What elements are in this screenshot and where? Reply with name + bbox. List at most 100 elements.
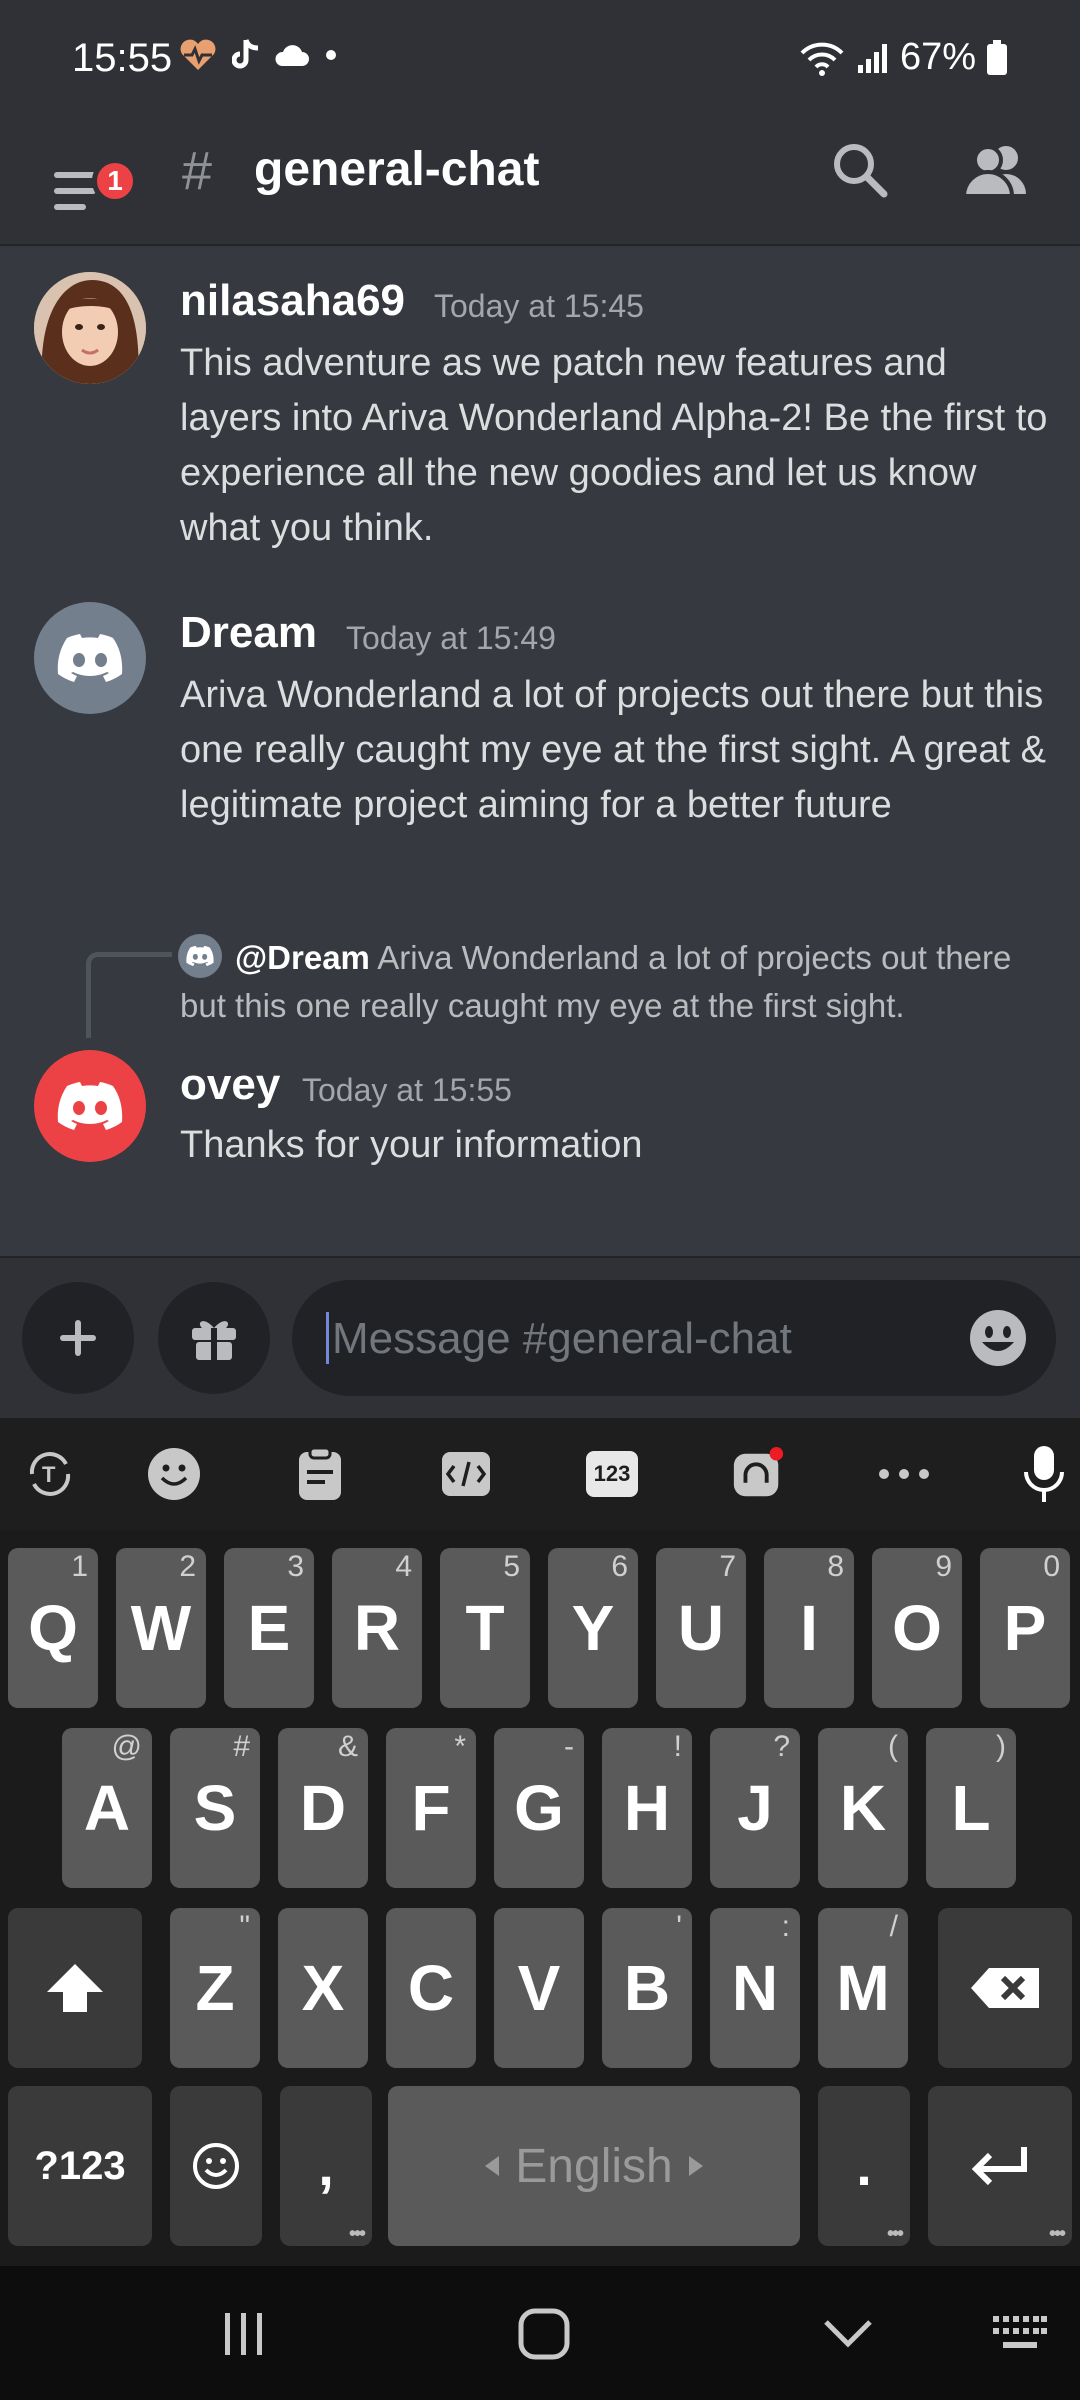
key-label: M [836, 1952, 890, 2024]
key-t[interactable]: T5 [440, 1548, 530, 1708]
message-composer: Message #general-chat [0, 1256, 1080, 1418]
message-input[interactable]: Message #general-chat [292, 1280, 1056, 1396]
key-hint: ! [673, 1730, 682, 1763]
members-button[interactable] [958, 136, 1034, 206]
space-key[interactable]: English [388, 2086, 800, 2246]
key-b[interactable]: B ' [602, 1908, 692, 2068]
message-content: This adventure as we patch new features … [180, 342, 1048, 549]
recent-apps-icon [225, 2313, 262, 2355]
key-q[interactable]: Q1 [8, 1548, 98, 1708]
key-w[interactable]: W2 [116, 1548, 206, 1708]
message-timestamp: Today at 15:45 [434, 288, 644, 324]
smiley-icon [193, 2143, 239, 2189]
key-hint: / [889, 1910, 898, 1943]
reply-preview[interactable]: @Dream Ariva Wonderland a lot of project… [180, 934, 1050, 1030]
key-f[interactable]: F * [386, 1728, 476, 1888]
attach-button[interactable] [22, 1282, 134, 1394]
search-button[interactable] [826, 136, 896, 206]
channel-title[interactable]: general-chat [254, 142, 539, 197]
key-hint: 2 [179, 1550, 196, 1583]
key-u[interactable]: U7 [656, 1548, 746, 1708]
key-y[interactable]: Y6 [548, 1548, 638, 1708]
reply-avatar [178, 934, 222, 978]
key-l[interactable]: L) [926, 1728, 1016, 1888]
key-o[interactable]: O9 [872, 1548, 962, 1708]
key-s[interactable]: S # [170, 1728, 260, 1888]
recent-apps-button[interactable] [214, 2304, 274, 2364]
status-right: 67% [798, 36, 1008, 79]
key-hint: ) [996, 1730, 1006, 1763]
discord-logo-icon [186, 945, 214, 967]
key-p[interactable]: P0 [980, 1548, 1070, 1708]
emoji-key[interactable] [170, 2086, 262, 2246]
message-placeholder: Message #general-chat [332, 1314, 792, 1363]
battery-level: 67% [899, 36, 976, 78]
key-label: W [130, 1592, 192, 1664]
key-hint: - [564, 1730, 574, 1763]
key-hint: # [233, 1730, 250, 1763]
channel-header [0, 120, 1080, 246]
key-h[interactable]: H! [602, 1728, 692, 1888]
key-hint: ( [888, 1730, 898, 1763]
key-hint: 0 [1043, 1550, 1060, 1583]
message-username[interactable]: ovey [180, 1060, 280, 1110]
arrow-left-icon [485, 2156, 500, 2176]
key-label: X [301, 1952, 345, 2024]
voice-input-button[interactable] [1016, 1446, 1072, 1502]
avatar[interactable] [34, 602, 146, 714]
avatar[interactable] [34, 1050, 146, 1162]
key-c[interactable]: C [386, 1908, 476, 2068]
backspace-key[interactable] [938, 1908, 1072, 2068]
key-z[interactable]: Z " [170, 1908, 260, 2068]
sticker-button[interactable] [730, 1446, 786, 1502]
keyboard-switch-button[interactable] [990, 2304, 1050, 2364]
key-v[interactable]: V [494, 1908, 584, 2068]
key-r[interactable]: R4 [332, 1548, 422, 1708]
symbols-key-label: ?123 [34, 2144, 126, 2188]
key-label: B [623, 1952, 671, 2024]
emoji-keyboard-button[interactable] [146, 1446, 202, 1502]
numpad-button[interactable]: 123 [584, 1446, 640, 1502]
emoji-button[interactable] [968, 1308, 1028, 1368]
message-content: Thanks for your information [180, 1124, 643, 1166]
key-a[interactable]: A @ [62, 1728, 152, 1888]
shift-icon [47, 1964, 103, 2012]
key-x[interactable]: X [278, 1908, 368, 2068]
key-g[interactable]: G- [494, 1728, 584, 1888]
avatar[interactable] [34, 272, 146, 384]
key-label: O [892, 1592, 942, 1664]
more-options-button[interactable] [876, 1446, 932, 1502]
more-chars-indicator: ••• [886, 2223, 904, 2245]
key-hint: ? [773, 1730, 790, 1763]
key-d[interactable]: D & [278, 1728, 368, 1888]
period-key[interactable]: . ••• [818, 2086, 910, 2246]
text-edit-button[interactable] [438, 1446, 494, 1502]
message-username[interactable]: nilasaha69 [180, 276, 405, 326]
key-i[interactable]: I8 [764, 1548, 854, 1708]
home-button[interactable] [514, 2304, 574, 2364]
reply-mention[interactable]: @Dream [235, 939, 370, 976]
comma-key[interactable]: , ••• [280, 2086, 372, 2246]
key-n[interactable]: N: [710, 1908, 800, 2068]
key-hint: 7 [719, 1550, 736, 1583]
key-hint: 3 [287, 1550, 304, 1583]
clipboard-button[interactable] [292, 1446, 348, 1502]
shift-key[interactable] [8, 1908, 142, 2068]
enter-key[interactable]: ••• [928, 2086, 1072, 2246]
key-m[interactable]: M / [818, 1908, 908, 2068]
key-k[interactable]: K( [818, 1728, 908, 1888]
key-e[interactable]: E3 [224, 1548, 314, 1708]
message-username[interactable]: Dream [180, 608, 317, 658]
home-icon [518, 2308, 570, 2360]
key-label: E [247, 1592, 291, 1664]
back-button[interactable] [818, 2304, 878, 2364]
key-hint: 8 [827, 1550, 844, 1583]
key-hint: ' [676, 1910, 682, 1943]
key-j[interactable]: J? [710, 1728, 800, 1888]
user-photo-icon [34, 272, 146, 384]
symbols-key[interactable]: ?123 [8, 2086, 152, 2246]
gift-button[interactable] [158, 1282, 270, 1394]
translate-button[interactable]: T [22, 1446, 78, 1502]
key-label: G [514, 1772, 564, 1844]
members-icon [961, 145, 1026, 198]
